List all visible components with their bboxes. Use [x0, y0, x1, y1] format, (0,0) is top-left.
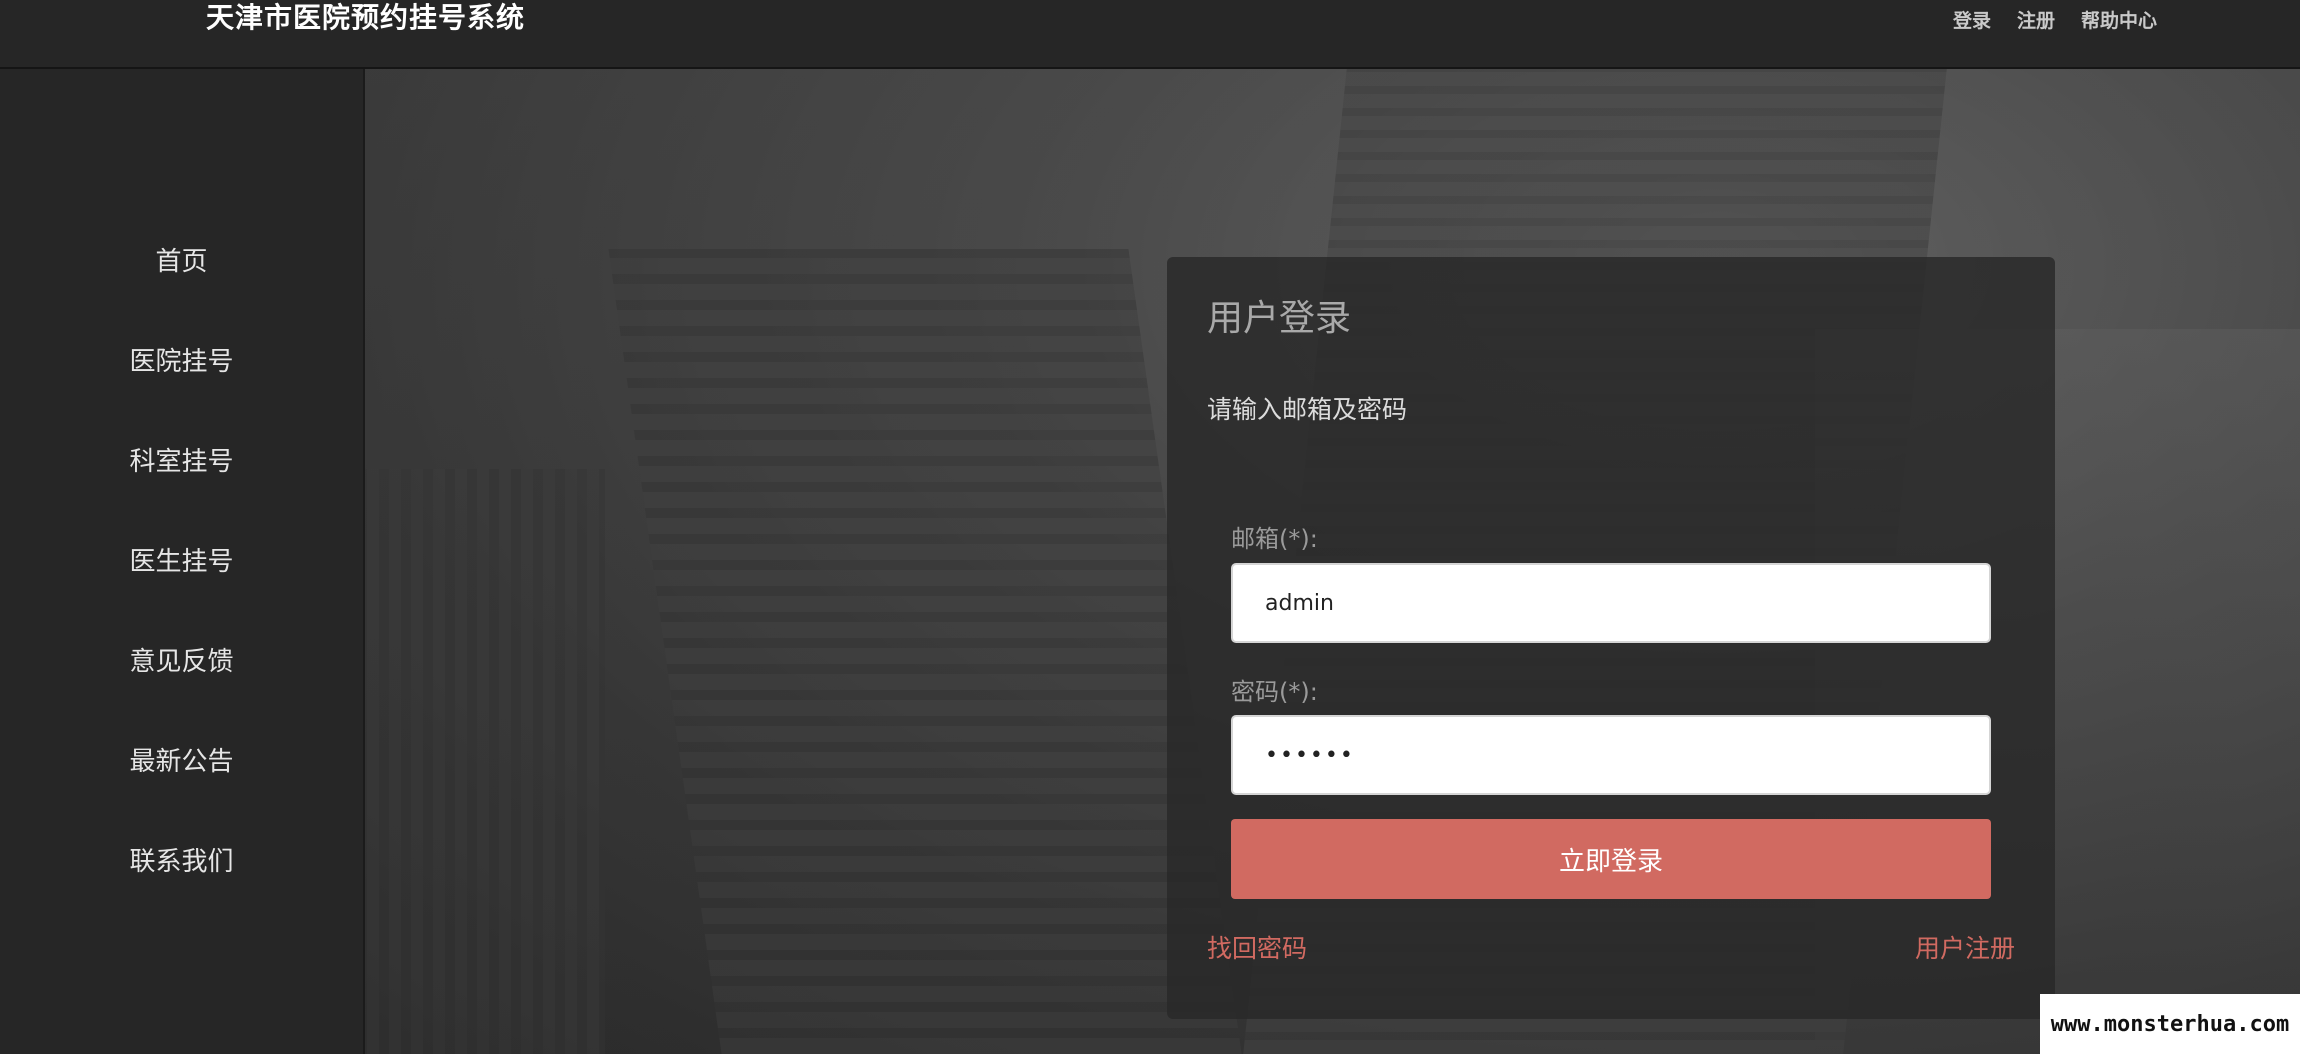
- sidebar: 首页 医院挂号 科室挂号 医生挂号 意见反馈 最新公告 联系我们: [0, 69, 365, 1054]
- hero-background: 用户登录 请输入邮箱及密码 邮箱(*): 密码(*): 立即登录 找回密码 用户…: [365, 69, 2300, 1054]
- login-button[interactable]: 立即登录: [1231, 819, 1991, 899]
- sidebar-menu: 首页 医院挂号 科室挂号 医生挂号 意见反馈 最新公告 联系我们: [0, 244, 363, 944]
- sidebar-item-home[interactable]: 首页: [0, 244, 363, 344]
- login-subtitle: 请输入邮箱及密码: [1207, 395, 1408, 424]
- login-title: 用户登录: [1207, 298, 1352, 339]
- sidebar-item-doctor-registration[interactable]: 医生挂号: [0, 544, 363, 644]
- email-label: 邮箱(*):: [1231, 525, 1318, 553]
- sidebar-item-department-registration[interactable]: 科室挂号: [0, 444, 363, 544]
- top-nav: 登录 注册 帮助中心: [1953, 8, 2157, 34]
- nav-login-link[interactable]: 登录: [1953, 8, 1991, 34]
- login-panel: 用户登录 请输入邮箱及密码 邮箱(*): 密码(*): 立即登录 找回密码 用户…: [1167, 257, 2055, 1019]
- sidebar-item-announcements[interactable]: 最新公告: [0, 744, 363, 844]
- forgot-password-link[interactable]: 找回密码: [1207, 932, 1307, 966]
- password-label: 密码(*):: [1231, 678, 1318, 706]
- background-building: [365, 469, 605, 1054]
- watermark: www.monsterhua.com: [2040, 994, 2300, 1054]
- sidebar-item-hospital-registration[interactable]: 医院挂号: [0, 344, 363, 444]
- site-title[interactable]: 天津市医院预约挂号系统: [206, 0, 525, 36]
- top-navbar: 天津市医院预约挂号系统 登录 注册 帮助中心: [0, 0, 2300, 69]
- sidebar-item-feedback[interactable]: 意见反馈: [0, 644, 363, 744]
- email-field[interactable]: [1231, 563, 1991, 643]
- background-building: [608, 249, 1242, 1054]
- nav-register-link[interactable]: 注册: [2017, 8, 2055, 34]
- sidebar-item-contact[interactable]: 联系我们: [0, 844, 363, 944]
- user-register-link[interactable]: 用户注册: [1915, 932, 2015, 966]
- password-field[interactable]: [1231, 715, 1991, 795]
- nav-help-link[interactable]: 帮助中心: [2081, 8, 2157, 34]
